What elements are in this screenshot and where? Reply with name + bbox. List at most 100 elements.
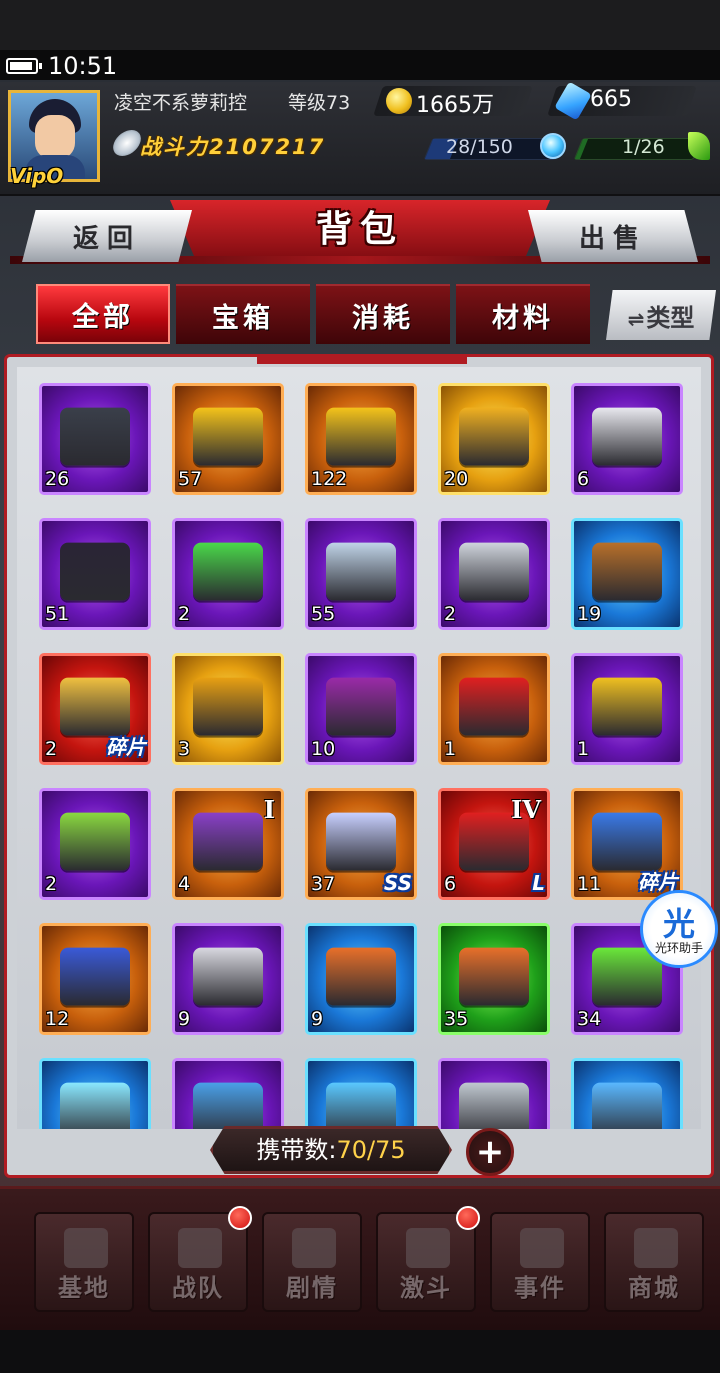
item-count: 6 — [444, 873, 457, 895]
silver-canister-icon — [193, 947, 263, 1006]
blue-flask-icon — [193, 1082, 263, 1129]
inventory-item-mecha-fragment-box[interactable]: 2 碎片 — [39, 653, 151, 765]
nav-shop-cart[interactable]: 商城 — [604, 1212, 704, 1312]
inventory-item-silver-chest[interactable]: 55 — [305, 518, 417, 630]
inventory-item-green-core-box[interactable]: 2 — [172, 518, 284, 630]
red-energy-egg-icon — [459, 677, 529, 736]
inventory-item-orange-barrel[interactable]: 35 — [438, 923, 550, 1035]
inventory-item-green-battery-box[interactable]: 2 — [39, 788, 151, 900]
event-icon — [520, 1228, 564, 1268]
capacity-value: 70/75 — [336, 1136, 406, 1164]
team-icon — [178, 1228, 222, 1268]
capacity-label: 携带数: — [256, 1136, 337, 1164]
nav-label: 基地 — [58, 1274, 110, 1302]
status-time: 10:51 — [48, 52, 118, 80]
helper-label: 光环助手 — [654, 941, 703, 955]
item-count: 1 — [444, 738, 457, 760]
inventory-item-purple-crate[interactable]: 10 — [305, 653, 417, 765]
purple-gift-box-I-icon — [193, 812, 263, 871]
nav-base[interactable]: 基地 — [34, 1212, 134, 1312]
stamina-orb-icon[interactable] — [540, 133, 566, 159]
inventory-item-silver-key[interactable]: 2 — [438, 518, 550, 630]
item-count: 37 — [311, 873, 336, 895]
story-icon — [292, 1228, 336, 1268]
inventory-item-gold-coin-chest-large[interactable]: 122 — [305, 383, 417, 495]
capsule-box-icon — [592, 407, 662, 466]
inventory-item-red-gift-IV[interactable]: IV 6 L — [438, 788, 550, 900]
item-count: 3 — [178, 738, 191, 760]
nav-story[interactable]: 剧情 — [262, 1212, 362, 1312]
notification-dot — [456, 1206, 480, 1230]
mecha-fragment-box-icon — [60, 677, 130, 736]
blue-tube-icon — [326, 1082, 396, 1129]
inventory-item-wooden-chest[interactable]: 19 — [571, 518, 683, 630]
item-count: 55 — [311, 603, 336, 625]
type-filter-button[interactable]: ⇌类型 — [606, 290, 716, 340]
green-core-box-icon — [193, 542, 263, 601]
shop-cart-icon — [634, 1228, 678, 1268]
gold-coin-chest-large-icon — [326, 407, 396, 466]
tab-chests[interactable]: 宝箱 — [176, 284, 310, 344]
item-count: 12 — [45, 1008, 70, 1030]
inventory-item-green-vial[interactable] — [39, 1058, 151, 1129]
tab-materials[interactable]: 材料 — [456, 284, 590, 344]
item-count: 4 — [178, 873, 191, 895]
inventory-item-blue-flask[interactable] — [172, 1058, 284, 1129]
item-count: 11 — [577, 873, 602, 895]
base-icon — [64, 1228, 108, 1268]
battle-icon — [406, 1228, 450, 1268]
inventory-item-monster-cage[interactable]: 51 — [39, 518, 151, 630]
tab-all[interactable]: 全部 — [36, 284, 170, 344]
rainbow-crystal-icon — [326, 812, 396, 871]
energy-leaf-icon[interactable] — [688, 132, 710, 160]
swap-arrows-icon: ⇌ — [627, 306, 645, 331]
inventory-item-gold-crate[interactable]: 3 — [172, 653, 284, 765]
inventory-item-red-energy-egg[interactable]: 1 — [438, 653, 550, 765]
sell-button[interactable]: 出售 — [528, 210, 698, 262]
inventory-item-hero-helmet-fragment[interactable]: 11 碎片 — [571, 788, 683, 900]
inventory-item-black-gold-gift[interactable]: 1 — [571, 653, 683, 765]
item-count: 35 — [444, 1008, 469, 1030]
inventory-grid[interactable]: 26 57 122 20 6 51 2 55 2 19 2 碎片 3 10 1 1 2 I 4 37 SS IV 6 L 11 碎… — [17, 367, 701, 1129]
tab-consumables[interactable]: 消耗 — [316, 284, 450, 344]
item-count: 9 — [311, 1008, 324, 1030]
black-gold-gift-icon — [592, 677, 662, 736]
helper-float-button[interactable]: 光 光环助手 — [640, 890, 718, 968]
inventory-item-blue-tube[interactable] — [305, 1058, 417, 1129]
item-count: 2 — [45, 738, 58, 760]
item-tag: SS — [383, 871, 412, 895]
capacity-display: 携带数:70/75 — [210, 1126, 452, 1174]
blue-capsule-icon — [592, 1082, 662, 1129]
nav-event[interactable]: 事件 — [490, 1212, 590, 1312]
back-button[interactable]: 返回 — [22, 210, 192, 262]
item-count: 2 — [178, 603, 191, 625]
item-count: 1 — [577, 738, 590, 760]
silver-chest-icon — [326, 542, 396, 601]
combat-power-label: 战斗力 — [140, 135, 209, 159]
inventory-item-blue-capsule[interactable] — [571, 1058, 683, 1129]
inventory-item-capsule-box[interactable]: 6 — [571, 383, 683, 495]
item-count: 57 — [178, 468, 203, 490]
inventory-item-silver-canister[interactable]: 9 — [172, 923, 284, 1035]
item-count: 19 — [577, 603, 602, 625]
item-count: 2 — [45, 873, 58, 895]
player-name: 凌空不系萝莉控 — [114, 92, 248, 114]
inventory-item-gold-coin-chest[interactable]: 57 — [172, 383, 284, 495]
item-grade: IV — [511, 795, 541, 824]
inventory-item-silver-bottle[interactable] — [438, 1058, 550, 1129]
inventory-item-purple-gift-box-I[interactable]: I4 — [172, 788, 284, 900]
combat-power-value: 2107217 — [209, 135, 326, 159]
expand-capacity-button[interactable]: + — [466, 1128, 514, 1176]
inventory-item-orange-canister[interactable]: 9 — [305, 923, 417, 1035]
nav-label: 事件 — [514, 1274, 566, 1302]
orange-canister-icon — [326, 947, 396, 1006]
nav-label: 激斗 — [400, 1274, 452, 1302]
silver-key-icon — [459, 542, 529, 601]
inventory-item-rainbow-crystal[interactable]: 37 SS — [305, 788, 417, 900]
inventory-item-blue-mecha-helmet[interactable]: 12 — [39, 923, 151, 1035]
gold-value: 1665万 — [416, 93, 494, 118]
inventory-item-gold-sack[interactable]: 20 — [438, 383, 550, 495]
item-count: 9 — [178, 1008, 191, 1030]
inventory-item-weapon-case[interactable]: 26 — [39, 383, 151, 495]
silver-bottle-icon — [459, 1082, 529, 1129]
